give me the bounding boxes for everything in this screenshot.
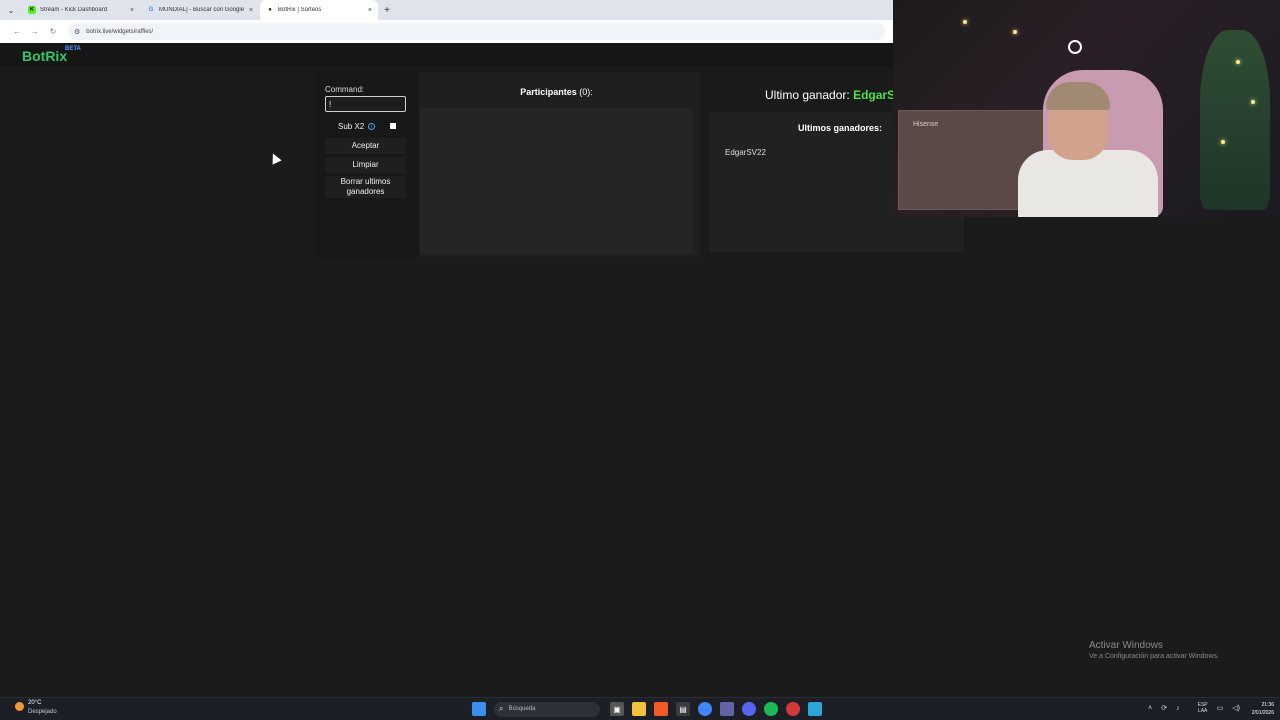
weather-temp[interactable]: 20°C (28, 700, 41, 706)
kick-icon: K (28, 6, 36, 14)
spotify-icon[interactable] (764, 702, 778, 716)
google-icon: G (148, 7, 154, 13)
brave-browser-icon[interactable] (654, 702, 668, 716)
command-input[interactable] (325, 96, 406, 112)
new-tab-button[interactable]: + (379, 0, 395, 20)
tab-google-search[interactable]: G MUNDIAL] - Buscar con Google × (141, 0, 259, 20)
taskbar-search[interactable]: ⌕ Búsqueda (494, 701, 600, 717)
sub-x2-checkbox[interactable] (390, 123, 396, 129)
participants-panel: Participantes (0): (419, 72, 699, 257)
taskbar-apps: ⌕ Búsqueda ▣ ▤ (472, 701, 830, 717)
last-winner-label: Ultimo ganador: (765, 88, 850, 102)
webcam-overlay: Hisense (893, 0, 1280, 217)
tab-label: MUNDIAL] - Buscar con Google (159, 7, 245, 13)
url-field[interactable]: ⚙ botrix.live/widgets/raffles/ (68, 23, 885, 40)
notes-icon[interactable] (808, 702, 822, 716)
participants-title: Participantes (0): (419, 87, 694, 97)
close-tab-icon[interactable]: × (368, 7, 372, 14)
tab-botrix-sorteos[interactable]: ● BotRix | Sorteos × (260, 0, 378, 20)
browser-tab-bar: ⌄ K Stream - Kick Dashboard × G MUNDIAL]… (0, 0, 893, 20)
task-view-icon[interactable]: ▣ (610, 702, 624, 716)
search-placeholder: Búsqueda (508, 706, 536, 712)
list-item: EdgarSV22 (725, 148, 766, 157)
close-tab-icon[interactable]: × (130, 7, 134, 14)
lang-secondary: LAA (1197, 708, 1208, 714)
christmas-tree (1200, 30, 1270, 210)
tab-label: Stream - Kick Dashboard (40, 7, 108, 13)
windows-start-icon[interactable] (472, 702, 486, 716)
language-indicator[interactable]: ESP LAA (1189, 702, 1208, 714)
person-cap (1046, 82, 1110, 110)
command-label: Command: (325, 85, 365, 94)
participants-list[interactable] (420, 108, 693, 254)
file-explorer-icon[interactable] (632, 702, 646, 716)
accept-button[interactable]: Aceptar (325, 138, 406, 154)
url-text: botrix.live/widgets/raffles/ (86, 28, 154, 35)
participants-label: Participantes (520, 87, 577, 97)
store-icon[interactable]: ▤ (676, 702, 690, 716)
network-icon[interactable]: ▭ (1217, 704, 1224, 712)
beta-badge: BETA (65, 46, 81, 52)
tab-label: BotRix | Sorteos (278, 7, 322, 13)
weather-icon[interactable] (15, 702, 24, 711)
microphone-icon[interactable]: ♪ (1176, 705, 1180, 712)
light-dot (1251, 100, 1255, 104)
ring-light (1068, 40, 1082, 54)
app-navbar: BotRix BETA (0, 43, 893, 67)
sub-x2-option: Sub X2 i (338, 122, 376, 131)
box-brand-text: Hisense (913, 121, 939, 128)
taskbar: 20°C Despejado ⌕ Búsqueda ▣ ▤ ˄ ⟳ ♪ ESP (0, 697, 1280, 720)
botrix-logo[interactable]: BotRix (22, 48, 67, 64)
forward-arrow-icon[interactable]: → (26, 27, 44, 36)
weather-desc[interactable]: Despejado (28, 709, 57, 715)
search-icon: ⌕ (499, 704, 504, 713)
light-dot (1236, 60, 1240, 64)
teams-icon[interactable] (720, 702, 734, 716)
tab-search-chevron-icon[interactable]: ⌄ (0, 0, 22, 20)
app-icon[interactable] (786, 702, 800, 716)
light-dot (1013, 30, 1017, 34)
discord-icon[interactable] (742, 702, 756, 716)
browser-address-bar: ← → ↻ ⚙ botrix.live/widgets/raffles/ (0, 20, 893, 43)
info-icon[interactable]: i (368, 123, 376, 130)
chrome-icon[interactable] (698, 702, 712, 716)
light-dot (1221, 140, 1225, 144)
tab-kick-dashboard[interactable]: K Stream - Kick Dashboard × (22, 0, 140, 20)
delete-label-line-2: ganadores (346, 187, 385, 196)
raffle-controls-panel: Command: Sub X2 i Aceptar Limpiar Borrar… (316, 72, 419, 257)
page-content: BotRix BETA Command: Sub X2 i Aceptar Li… (0, 43, 968, 693)
clock-time: 21:36 (1261, 702, 1274, 708)
screen: ⌄ K Stream - Kick Dashboard × G MUNDIAL]… (0, 0, 1280, 720)
light-dot (963, 20, 967, 24)
close-tab-icon[interactable]: × (249, 7, 253, 14)
delete-label-line-1: Borrar ultimos (340, 177, 391, 186)
participants-count: (0): (579, 87, 593, 97)
last-winner-heading: Ultimo ganador: EdgarSV (765, 88, 903, 102)
system-tray: ˄ ⟳ ♪ ESP LAA ▭ ◁) (1139, 702, 1240, 714)
clear-button[interactable]: Limpiar (325, 157, 406, 173)
back-arrow-icon[interactable]: ← (8, 27, 26, 36)
last-winners-title: Ultimos ganadores: (798, 123, 883, 133)
activate-windows-subtitle: Ve a Configuración para activar Windows. (1089, 653, 1219, 660)
sync-icon[interactable]: ⟳ (1161, 704, 1167, 712)
botrix-icon: ● (268, 7, 272, 13)
chevron-up-icon[interactable]: ˄ (1148, 705, 1152, 712)
delete-last-winners-button[interactable]: Borrar ultimos ganadores (325, 176, 406, 198)
clock-date: 2/01/2026 (1251, 710, 1274, 716)
volume-icon[interactable]: ◁) (1232, 704, 1240, 712)
site-settings-icon[interactable]: ⚙ (74, 28, 80, 36)
reload-icon[interactable]: ↻ (44, 27, 62, 36)
mouse-cursor-icon (268, 151, 282, 165)
sub-x2-label: Sub X2 (338, 122, 365, 131)
clock[interactable]: 21:36 2/01/2026 (1252, 701, 1274, 717)
activate-windows-title: Activar Windows (1089, 640, 1163, 651)
person-shirt (1018, 150, 1158, 217)
